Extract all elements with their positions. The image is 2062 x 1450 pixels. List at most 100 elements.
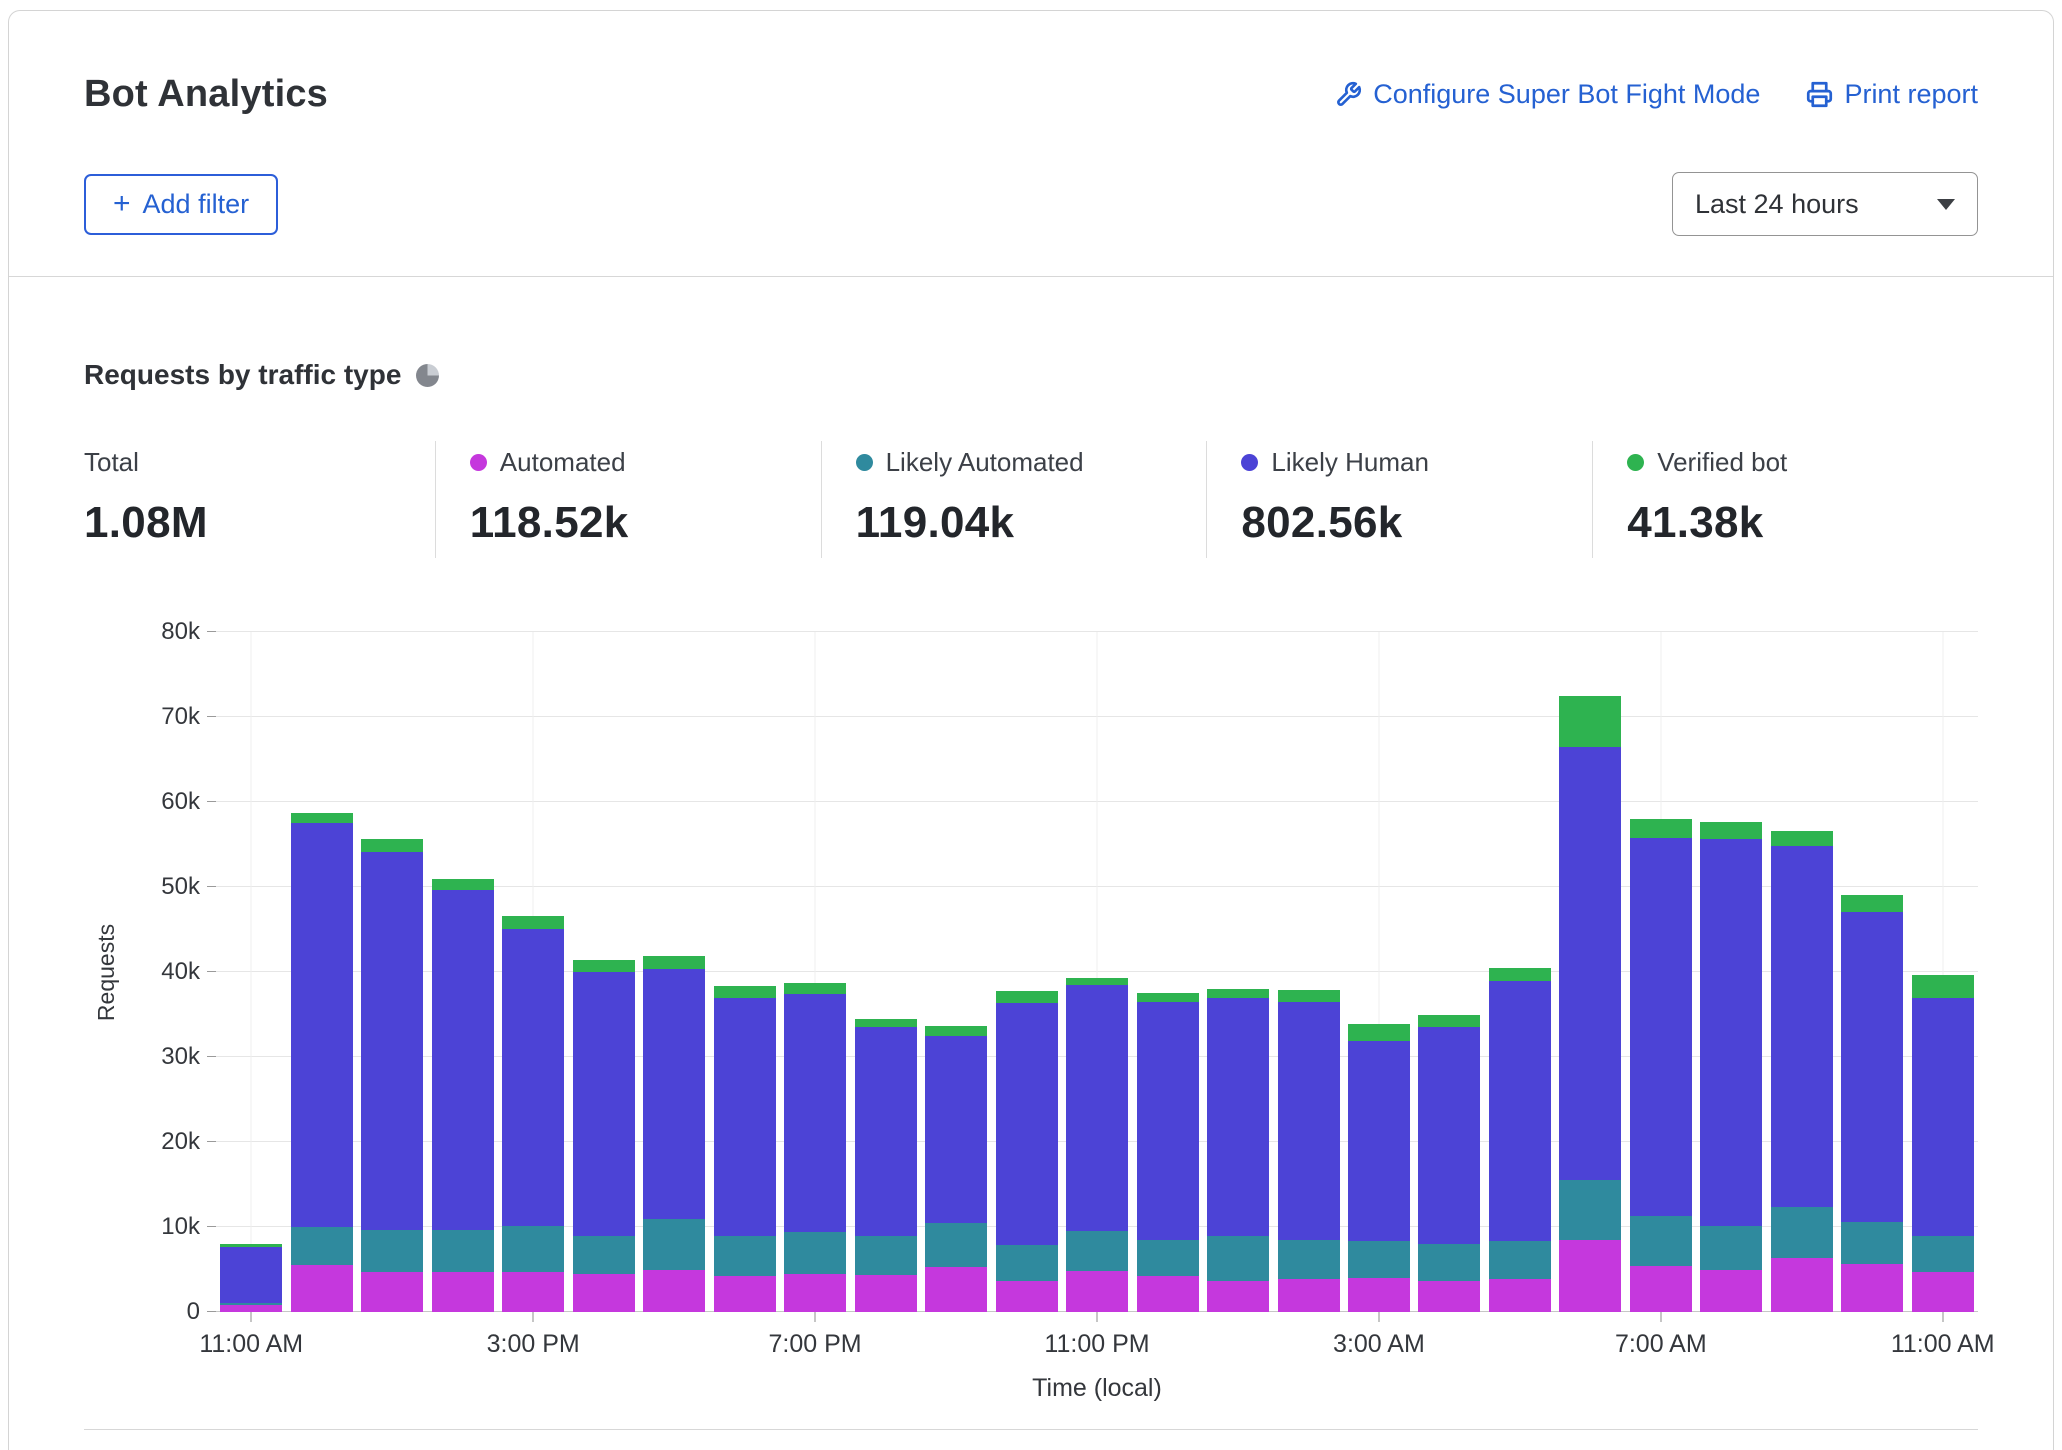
stats-row: Total 1.08M Automated 118.52k Likely Aut…: [84, 441, 1978, 558]
segment-likely-automated: [784, 1232, 846, 1274]
segment-verified-bot: [1278, 990, 1340, 1002]
segment-likely-human: [1841, 912, 1903, 1222]
legend-dot-verified-bot: [1627, 454, 1644, 471]
card-body: Requests by traffic type Total 1.08M Aut…: [9, 359, 2053, 1441]
segment-likely-automated: [855, 1236, 917, 1276]
stat-value-automated: 118.52k: [470, 498, 811, 548]
configure-super-bot-fight-mode-link[interactable]: Configure Super Bot Fight Mode: [1335, 79, 1760, 110]
segment-automated: [996, 1281, 1058, 1312]
print-link-label: Print report: [1844, 79, 1978, 110]
segment-automated: [643, 1270, 705, 1313]
stacked-bar-3-00-am-16[interactable]: [1348, 632, 1410, 1312]
segment-likely-human: [714, 998, 776, 1236]
stacked-bar-9-00-am-22[interactable]: [1771, 632, 1833, 1312]
bar-slot-24: [1908, 632, 1978, 1312]
stacked-bar-3-00-pm-4[interactable]: [502, 632, 564, 1312]
add-filter-label: Add filter: [143, 189, 250, 220]
bar-slot-2: [357, 632, 427, 1312]
stat-total: Total 1.08M: [84, 441, 435, 558]
segment-automated: [1137, 1276, 1199, 1312]
stacked-bar-5-00-am-18[interactable]: [1489, 632, 1551, 1312]
x-tick-label-3-00-am: 3:00 AM: [1333, 1330, 1425, 1359]
x-tick-mark: [1097, 1312, 1098, 1322]
requests-chart: Requests 010k20k30k40k50k60k70k80k 11:00…: [84, 632, 1978, 1403]
segment-likely-automated: [714, 1236, 776, 1277]
stacked-bar-10-00-pm-11[interactable]: [996, 632, 1058, 1312]
stacked-bar-11-00-am-0[interactable]: [220, 632, 282, 1312]
bar-slot-8: [780, 632, 850, 1312]
stacked-bar-2-00-am-15[interactable]: [1278, 632, 1340, 1312]
add-filter-button[interactable]: + Add filter: [84, 174, 278, 235]
stacked-bar-9-00-pm-10[interactable]: [925, 632, 987, 1312]
stacked-bar-11-00-am-24[interactable]: [1912, 632, 1974, 1312]
segment-likely-human: [1137, 1002, 1199, 1240]
bar-slot-0: [216, 632, 286, 1312]
segment-likely-automated: [996, 1245, 1058, 1282]
segment-likely-automated: [1278, 1240, 1340, 1279]
stat-label-likely-human: Likely Human: [1271, 447, 1429, 478]
stat-automated: Automated 118.52k: [435, 441, 821, 558]
time-range-select[interactable]: Last 24 hours: [1672, 172, 1978, 236]
stat-value-likely-human: 802.56k: [1241, 498, 1582, 548]
segment-likely-automated: [361, 1230, 423, 1272]
section-title: Requests by traffic type: [84, 359, 401, 391]
segment-automated: [432, 1272, 494, 1312]
stacked-bar-12-00-pm-1[interactable]: [291, 632, 353, 1312]
segment-likely-human: [361, 852, 423, 1230]
segment-verified-bot: [502, 916, 564, 929]
stacked-bar-1-00-am-14[interactable]: [1207, 632, 1269, 1312]
page-title: Bot Analytics: [84, 73, 328, 116]
stacked-bar-5-00-pm-6[interactable]: [643, 632, 705, 1312]
stacked-bar-1-00-pm-2[interactable]: [361, 632, 423, 1312]
segment-likely-automated: [502, 1226, 564, 1272]
stacked-bar-10-00-am-23[interactable]: [1841, 632, 1903, 1312]
x-tick-mark: [1942, 1312, 1943, 1322]
bar-slot-17: [1414, 632, 1484, 1312]
stacked-bar-2-00-pm-3[interactable]: [432, 632, 494, 1312]
x-axis-ticks: 11:00 AM3:00 PM7:00 PM11:00 PM3:00 AM7:0…: [216, 1312, 1978, 1370]
x-tick-label-11-00-pm: 11:00 PM: [1044, 1330, 1149, 1359]
segment-likely-human: [1630, 838, 1692, 1216]
stacked-bar-12-00-am-13[interactable]: [1137, 632, 1199, 1312]
segment-likely-automated: [1700, 1226, 1762, 1270]
segment-likely-automated: [1912, 1236, 1974, 1273]
segment-likely-human: [1771, 846, 1833, 1207]
y-tick-mark: [207, 1311, 216, 1312]
segment-likely-automated: [432, 1230, 494, 1272]
stacked-bar-6-00-am-19[interactable]: [1559, 632, 1621, 1312]
segment-automated: [1418, 1281, 1480, 1312]
stat-label-verified-bot: Verified bot: [1657, 447, 1787, 478]
stat-value-likely-automated: 119.04k: [856, 498, 1197, 548]
segment-automated: [291, 1265, 353, 1312]
segment-verified-bot: [573, 960, 635, 972]
segment-automated: [1207, 1281, 1269, 1312]
stacked-bar-4-00-pm-5[interactable]: [573, 632, 635, 1312]
stacked-bar-6-00-pm-7[interactable]: [714, 632, 776, 1312]
segment-verified-bot: [714, 986, 776, 998]
stacked-bar-4-00-am-17[interactable]: [1418, 632, 1480, 1312]
y-tick-label-40k: 40k: [161, 958, 200, 986]
segment-likely-human: [1559, 747, 1621, 1181]
segment-likely-human: [502, 929, 564, 1227]
segment-likely-human: [1207, 998, 1269, 1236]
print-report-link[interactable]: Print report: [1806, 79, 1978, 110]
stacked-bar-8-00-am-21[interactable]: [1700, 632, 1762, 1312]
y-tick-mark: [207, 971, 216, 972]
bar-slot-21: [1696, 632, 1766, 1312]
bar-slot-4: [498, 632, 568, 1312]
segment-automated: [502, 1272, 564, 1312]
bar-slot-22: [1767, 632, 1837, 1312]
stat-label-automated: Automated: [500, 447, 626, 478]
bar-slot-13: [1132, 632, 1202, 1312]
bar-slot-1: [286, 632, 356, 1312]
segment-likely-automated: [1418, 1244, 1480, 1281]
bar-slot-5: [568, 632, 638, 1312]
bar-slot-11: [991, 632, 1061, 1312]
y-axis-label: Requests: [94, 923, 121, 1020]
stacked-bar-7-00-pm-8[interactable]: [784, 632, 846, 1312]
stacked-bar-7-00-am-20[interactable]: [1630, 632, 1692, 1312]
x-tick-label-3-00-pm: 3:00 PM: [487, 1330, 580, 1359]
stacked-bar-11-00-pm-12[interactable]: [1066, 632, 1128, 1312]
x-tick-label-7-00-pm: 7:00 PM: [769, 1330, 862, 1359]
stacked-bar-8-00-pm-9[interactable]: [855, 632, 917, 1312]
